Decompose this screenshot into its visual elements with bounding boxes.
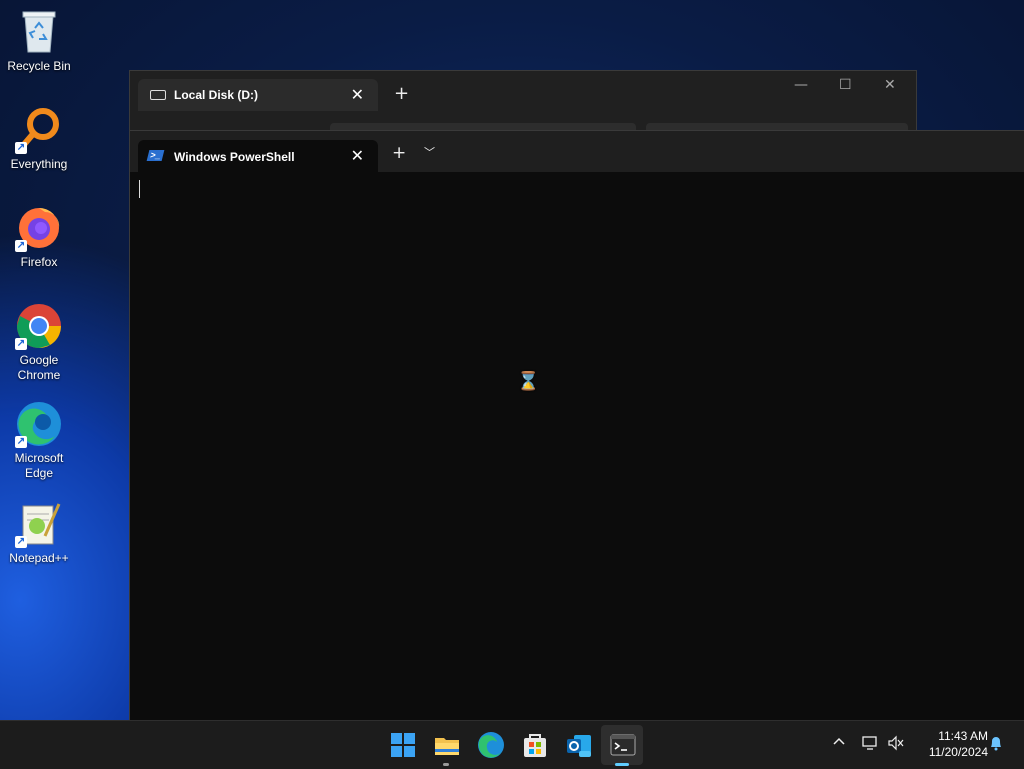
shortcut-arrow-icon: ↗ [15,436,27,448]
desktop-icon-label: Google Chrome [17,353,61,382]
shortcut-arrow-icon: ↗ [15,240,27,252]
powershell-icon: >_ [146,150,165,161]
terminal-tab-bar: >_ Windows PowerShell ✕ + ﹀ [130,131,1024,172]
busy-cursor-icon: ⌛ [517,371,540,392]
terminal-new-tab-button[interactable]: + [392,143,406,163]
volume-muted-icon[interactable] [887,735,905,755]
clock-time: 11:43 AM [938,729,988,743]
terminal-tab-powershell[interactable]: >_ Windows PowerShell ✕ [138,140,378,172]
notification-bell-icon[interactable] [989,735,1003,755]
text-cursor [139,180,140,198]
desktop-icon-firefox[interactable]: ↗ Firefox [2,204,76,270]
desktop-icon-recycle-bin[interactable]: Recycle Bin [2,8,76,74]
clock-date: 11/20/2024 [928,745,988,759]
terminal-icon[interactable] [608,730,638,760]
taskbar: 11:43 AM 11/20/2024 [0,720,1024,769]
system-clock[interactable]: 11:43 AM 11/20/2024 [912,728,988,760]
running-indicator [443,763,449,766]
chrome-icon: ↗ [15,302,63,350]
desktop-icon-label: Notepad++ [9,551,69,565]
drive-icon [150,90,166,100]
explorer-tab-title: Local Disk (D:) [174,88,259,102]
terminal-window[interactable]: >_ Windows PowerShell ✕ + ﹀ ⌛ [129,130,1024,721]
notepad-plus-plus-icon: ↗ [15,500,63,548]
desktop-icon-label: Microsoft Edge [14,451,64,480]
chevron-down-icon[interactable]: ﹀ [424,144,435,160]
desktop-icon-label: Recycle Bin [7,59,71,73]
close-tab-icon[interactable]: ✕ [351,85,364,105]
active-indicator [615,763,629,766]
terminal-tab-title: Windows PowerShell [174,150,295,164]
file-explorer-icon[interactable] [432,730,462,760]
recycle-bin-icon [15,8,63,56]
tray-chevron-icon[interactable] [832,735,846,753]
store-icon[interactable] [520,730,550,760]
everything-icon: ↗ [15,106,63,154]
desktop-icon-label: Everything [10,157,68,171]
explorer-tab-local-disk[interactable]: Local Disk (D:) ✕ [138,79,378,111]
maximize-icon[interactable]: ☐ [839,77,852,93]
desktop-icon-google-chrome[interactable]: ↗ Google Chrome [2,302,76,383]
desktop-icon-notepad-plus-plus[interactable]: ↗ Notepad++ [2,500,76,566]
desktop-icon-label: Firefox [20,255,58,269]
firefox-icon: ↗ [15,204,63,252]
start-icon[interactable] [388,730,418,760]
edge-icon: ↗ [15,400,63,448]
close-tab-icon[interactable]: ✕ [351,146,364,166]
shortcut-arrow-icon: ↗ [15,338,27,350]
network-icon[interactable] [861,735,879,755]
close-window-icon[interactable]: ✕ [884,77,896,93]
shortcut-arrow-icon: ↗ [15,536,27,548]
shortcut-arrow-icon: ↗ [15,142,27,154]
outlook-new-icon[interactable] [564,730,594,760]
desktop-icon-microsoft-edge[interactable]: ↗ Microsoft Edge [2,400,76,481]
desktop-icon-everything[interactable]: ↗ Everything [2,106,76,172]
explorer-new-tab-button[interactable]: + [394,83,409,104]
edge-icon[interactable] [476,730,506,760]
minimize-icon[interactable]: — [794,77,808,93]
